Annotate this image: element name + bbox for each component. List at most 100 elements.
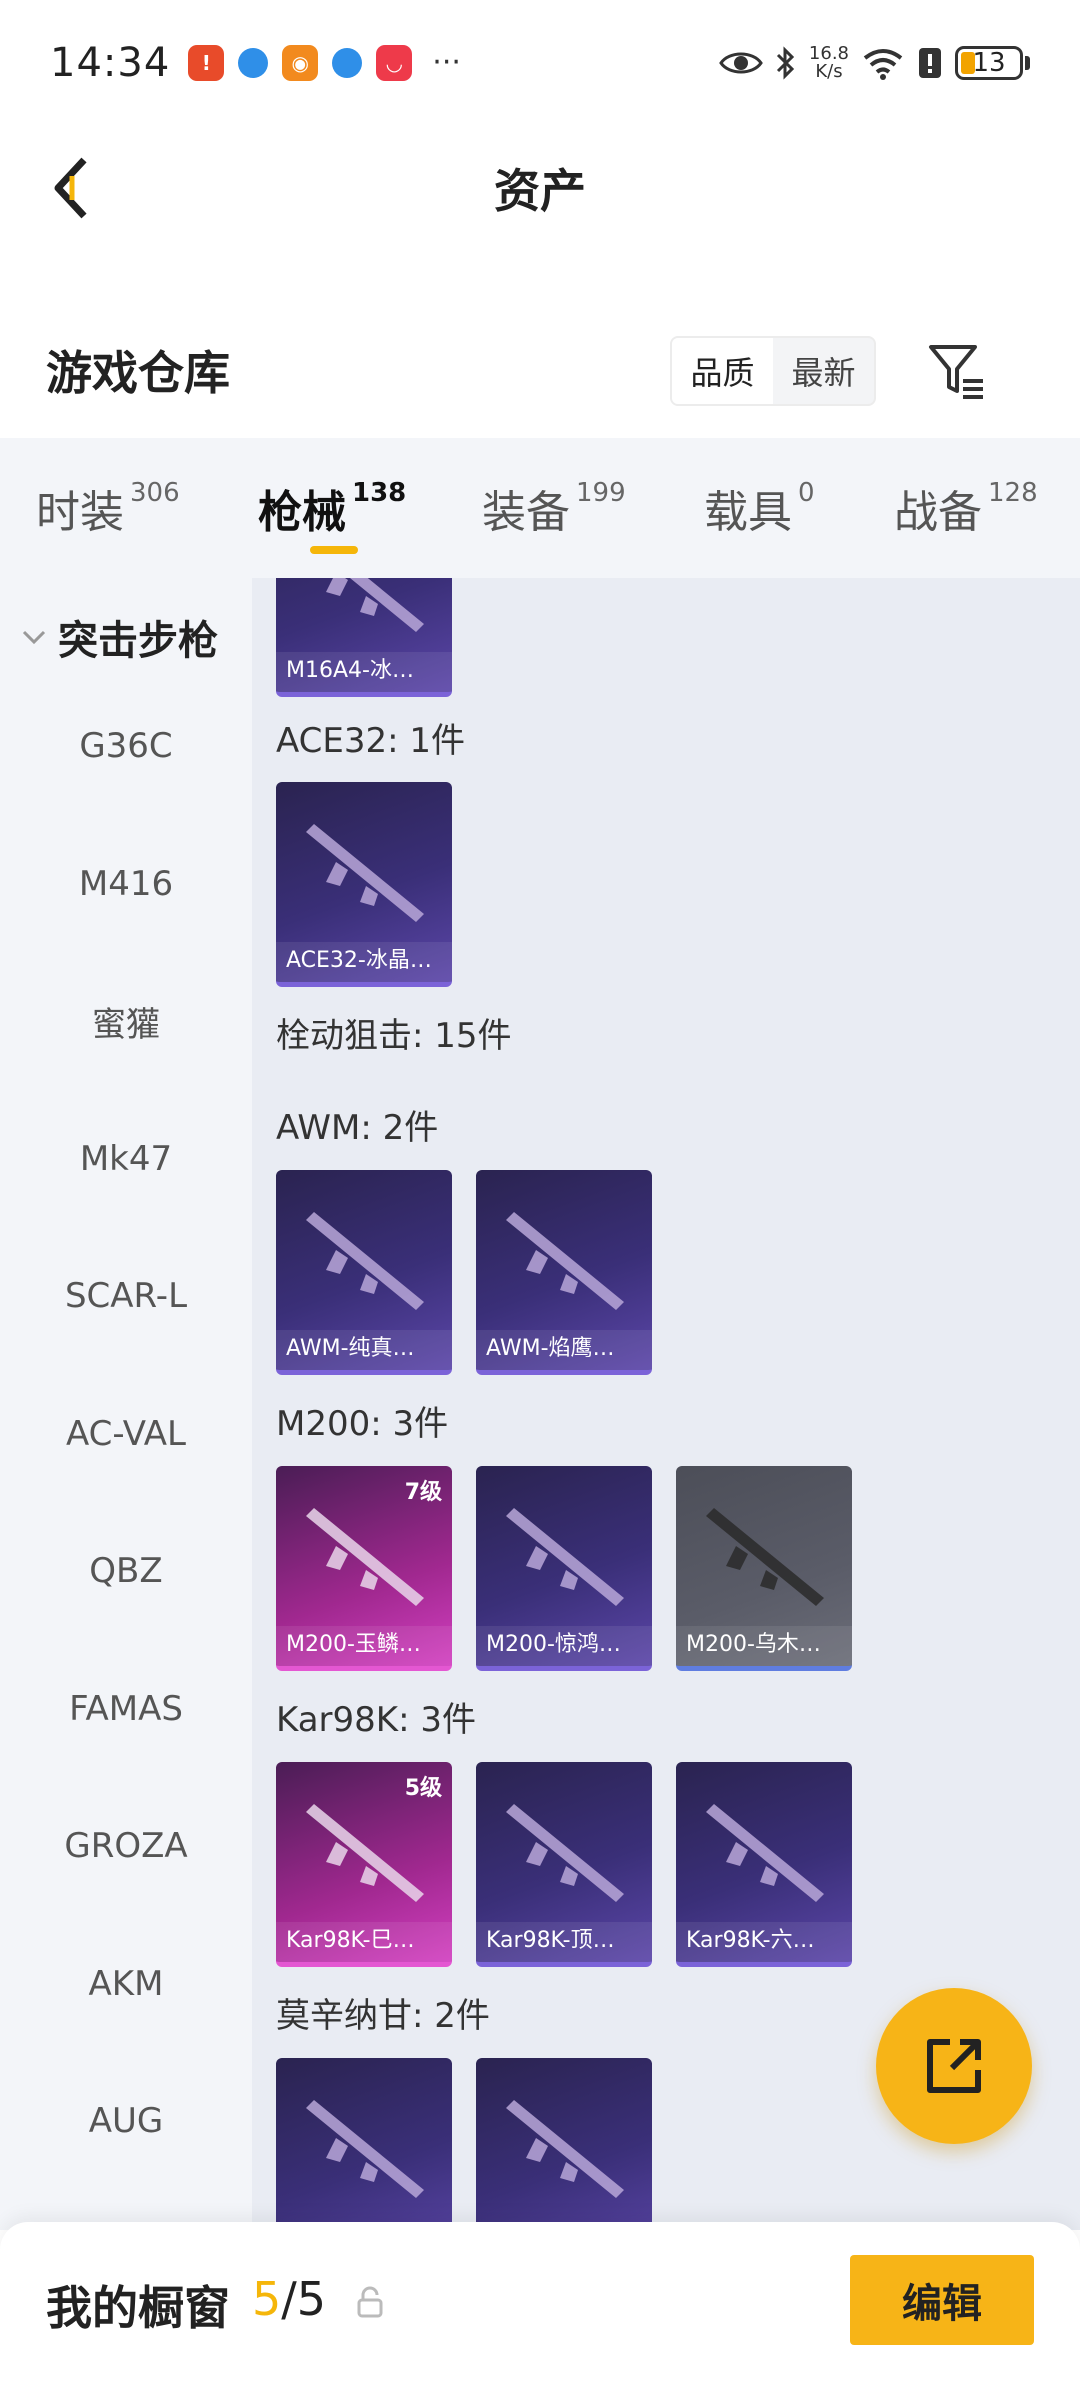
share-button[interactable] <box>876 1988 1032 2144</box>
showcase-count: 5/5 <box>252 2272 326 2326</box>
status-indicators: 16.8 K/s 13 <box>719 42 1030 81</box>
lock-icon <box>357 2286 383 2318</box>
nav-header: 资产 <box>0 125 1080 250</box>
weapon-skin-card[interactable]: M200-乌木… <box>676 1466 852 1671</box>
share-external-icon <box>927 2039 981 2093</box>
filter-icon <box>929 345 983 399</box>
tab-label: 战备 <box>894 487 982 538</box>
category-item[interactable]: AC-VAL <box>0 1394 252 1474</box>
category-item[interactable]: M416 <box>0 844 252 924</box>
weapon-image <box>506 1804 624 1902</box>
skin-name: AWM-纯真… <box>276 1330 452 1370</box>
filter-button[interactable] <box>924 336 990 406</box>
category-sidebar: 突击步枪 G36C M416 蜜獾 Mk47 SCAR-L AC-VAL QBZ FAMAS G… <box>0 578 252 2230</box>
skin-name: M200-乌木… <box>676 1626 852 1666</box>
tab-count: 0 <box>798 478 815 508</box>
tab-label: 枪械 <box>258 487 346 538</box>
tab-supplies[interactable]: 战备 128 <box>894 438 1038 578</box>
category-item[interactable]: 蜜獾 <box>0 981 252 1061</box>
tab-label: 装备 <box>482 487 570 538</box>
category-item[interactable]: QBZ <box>0 1531 252 1611</box>
tab-count: 306 <box>130 478 180 508</box>
chevron-down-icon <box>22 630 46 645</box>
category-item[interactable]: Mk47 <box>0 1119 252 1199</box>
tab-bar: 时装 306 枪械 138 装备 199 载具 0 战备 128 <box>0 438 1080 578</box>
weapon-image <box>326 578 424 632</box>
weapon-image <box>306 1804 424 1902</box>
sim-alert-icon <box>919 47 941 78</box>
weapon-group-label: ACE32: 1件 <box>276 721 466 761</box>
network-speed: 16.8 K/s <box>808 42 849 81</box>
tab-fashion[interactable]: 时装 306 <box>36 438 180 578</box>
tab-count: 128 <box>988 478 1038 508</box>
category-item[interactable]: FAMAS <box>0 1669 252 1749</box>
sort-latest-button[interactable]: 最新 <box>773 338 874 404</box>
weapon-image <box>506 1212 624 1310</box>
network-speed-value: 16.8 <box>808 42 849 64</box>
skin-name: M200-玉鳞… <box>276 1626 452 1666</box>
category-group-label: 突击步枪 <box>58 618 218 664</box>
category-item[interactable]: GROZA <box>0 1806 252 1886</box>
skin-name: AWM-焰鹰… <box>476 1330 652 1370</box>
eye-icon <box>719 52 763 73</box>
weapon-skin-card[interactable] <box>476 2058 652 2230</box>
game-notification-icon: ◉ <box>282 44 319 81</box>
status-time: 14:34 <box>50 39 171 86</box>
category-item[interactable]: AUG <box>0 2081 252 2161</box>
wifi-icon <box>863 48 903 80</box>
shop-notification-icon: ◡ <box>376 44 413 81</box>
sort-toggle: 品质 最新 <box>670 336 876 406</box>
active-tab-indicator <box>310 546 358 554</box>
skin-name: Kar98K-六… <box>676 1922 852 1962</box>
weapon-group-label: M200: 3件 <box>276 1404 449 1444</box>
weapon-skin-card[interactable]: AWM-焰鹰… <box>476 1170 652 1375</box>
skin-level-badge: 5级 <box>404 1776 442 1801</box>
skin-name: Kar98K-巳… <box>276 1922 452 1962</box>
showcase-bar: 我的橱窗 5/5 编辑 <box>0 2222 1080 2382</box>
weapon-group-label: 莫辛纳甘: 2件 <box>276 1996 490 2036</box>
tab-label: 时装 <box>36 487 124 538</box>
showcase-title: 我的橱窗 <box>46 2281 230 2335</box>
bluetooth-icon <box>776 45 795 80</box>
item-grid: M16A4-冰… ACE32: 1件 ACE32-冰晶… 栓动狙击: 15件 AWM: … <box>252 578 1080 2230</box>
edit-button[interactable]: 编辑 <box>850 2255 1034 2345</box>
sort-quality-button[interactable]: 品质 <box>672 338 773 404</box>
skin-name: Kar98K-顶… <box>476 1922 652 1962</box>
category-item[interactable]: AKM <box>0 1944 252 2024</box>
weapon-image <box>506 1508 624 1606</box>
tab-firearms[interactable]: 枪械 138 <box>258 438 406 578</box>
tab-label: 载具 <box>704 487 792 538</box>
weapon-group-label: Kar98K: 3件 <box>276 1700 476 1740</box>
weapon-skin-card[interactable]: M16A4-冰… <box>276 578 452 697</box>
skin-level-badge: 7级 <box>404 1480 442 1505</box>
tab-vehicles[interactable]: 载具 0 <box>704 438 815 578</box>
weapon-skin-card[interactable] <box>276 2058 452 2230</box>
weapon-skin-card[interactable]: Kar98K-六… <box>676 1762 852 1967</box>
weapon-skin-card[interactable]: AWM-纯真… <box>276 1170 452 1375</box>
status-bar: 14:34 ! ◉ ◡ ··· 16.8 K/s 13 <box>0 0 1080 125</box>
weapon-image <box>306 1508 424 1606</box>
category-item[interactable]: G36C <box>0 706 252 786</box>
category-item[interactable]: SCAR-L <box>0 1256 252 1336</box>
tab-count: 138 <box>352 478 407 508</box>
battery-level: 13 <box>972 47 1006 78</box>
skin-name: ACE32-冰晶… <box>276 942 452 982</box>
battery-indicator: 13 <box>955 45 1030 80</box>
showcase-count-current: 5 <box>252 2272 282 2326</box>
weapon-image <box>706 1804 824 1902</box>
weapon-skin-card[interactable]: Kar98K-顶… <box>476 1762 652 1967</box>
skin-name: M200-惊鸿… <box>476 1626 652 1666</box>
tab-count: 199 <box>576 478 626 508</box>
weapon-skin-card[interactable]: 7级 M200-玉鳞… <box>276 1466 452 1671</box>
weapon-image <box>306 824 424 922</box>
warehouse-title: 游戏仓库 <box>46 346 230 400</box>
tab-equipment[interactable]: 装备 199 <box>482 438 626 578</box>
app-notification-icon: ! <box>188 44 225 81</box>
back-button[interactable] <box>40 153 100 223</box>
weapon-skin-card[interactable]: 5级 Kar98K-巳… <box>276 1762 452 1967</box>
weapon-image <box>506 2100 624 2198</box>
weapon-skin-card[interactable]: M200-惊鸿… <box>476 1466 652 1671</box>
category-group-assault-rifles[interactable]: 突击步枪 <box>18 608 218 666</box>
weapon-skin-card[interactable]: ACE32-冰晶… <box>276 782 452 987</box>
status-app-icons: ! ◉ ◡ ··· <box>188 44 461 81</box>
